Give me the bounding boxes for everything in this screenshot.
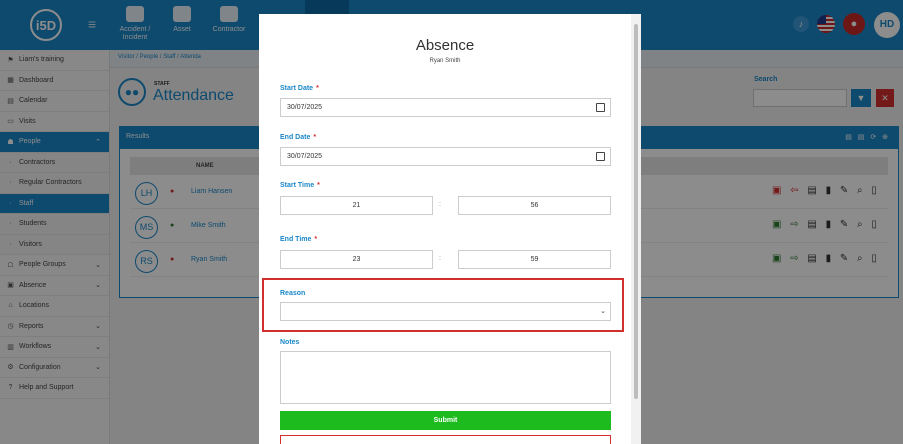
calendar-icon[interactable] (596, 152, 605, 161)
required-mark: * (316, 85, 319, 92)
notes-label: Notes (280, 339, 300, 346)
reason-highlight-box (262, 278, 624, 332)
end-date-value: 30/07/2025 (287, 153, 323, 160)
scrollbar-thumb[interactable] (634, 24, 638, 399)
start-date-field[interactable]: 30/07/2025 (280, 98, 611, 117)
submit-button[interactable]: Submit (280, 411, 611, 430)
start-hour-input[interactable]: 21 (280, 196, 433, 215)
end-time-label: End Time * (280, 236, 318, 243)
start-date-label: Start Date * (280, 85, 319, 92)
start-minute-input[interactable]: 56 (458, 196, 611, 215)
modal-scrollbar[interactable] (631, 14, 641, 444)
modal-title: Absence (415, 37, 475, 54)
start-time-label: Start Time * (280, 182, 320, 189)
required-mark: * (317, 182, 320, 189)
end-date-field[interactable]: 30/07/2025 (280, 147, 611, 166)
notes-textarea[interactable] (280, 351, 611, 404)
end-hour-input[interactable]: 23 (280, 250, 433, 269)
modal-subtitle: Ryan Smith (429, 58, 461, 64)
time-separator: : (439, 201, 441, 208)
start-date-value: 30/07/2025 (287, 104, 323, 111)
end-minute-input[interactable]: 59 (458, 250, 611, 269)
calendar-icon[interactable] (596, 103, 605, 112)
required-mark: * (313, 134, 317, 141)
end-date-label: End Date * (280, 134, 317, 141)
required-mark: * (314, 236, 318, 243)
time-separator: : (439, 255, 441, 262)
secondary-button[interactable] (280, 435, 611, 444)
absence-modal: Absence Ryan Smith Start Date * 30/07/202… (259, 14, 641, 444)
